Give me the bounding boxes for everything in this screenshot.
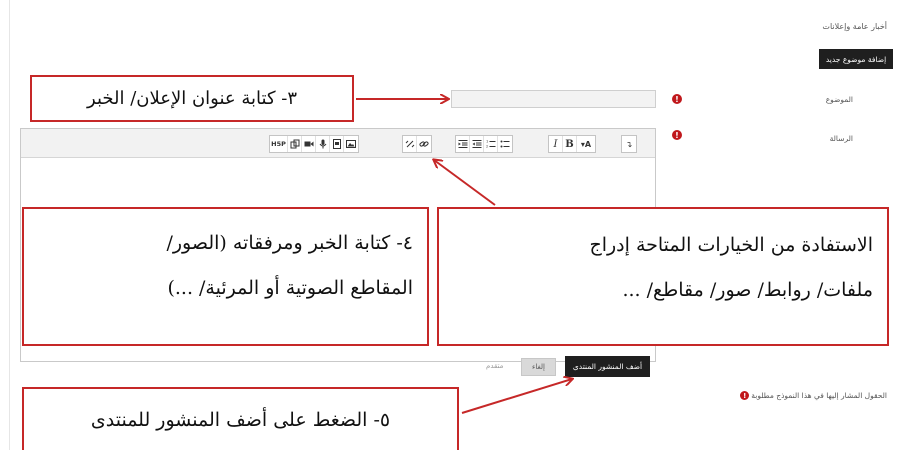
toolbar-group-style: I B ▾A <box>548 135 596 153</box>
indent-icon[interactable] <box>456 136 470 152</box>
callout-step4-line2: المقاطع الصوتية أو المرئية/ ...) <box>167 277 413 299</box>
editor-toolbar: H5P 1 2 I B ▾A ↴ <box>21 129 655 158</box>
page-left-border <box>9 0 10 450</box>
toolbar-group-toggle: ↴ <box>621 135 637 153</box>
bold-icon[interactable]: B <box>563 136 577 152</box>
callout-options-line2: ملفات/ روابط/ صور/ مقاطع/ ... <box>622 279 873 301</box>
bullet-list-icon[interactable] <box>498 136 512 152</box>
required-icon: ! <box>740 391 750 400</box>
callout-step5: ٥- الضغط على أضف المنشور للمنتدى <box>22 387 459 450</box>
callout-options: الاستفادة من الخيارات المتاحة إدراج ملفا… <box>437 207 889 346</box>
media-file-icon[interactable] <box>330 136 344 152</box>
image-icon[interactable] <box>344 136 358 152</box>
message-label: الرسالة <box>829 134 853 143</box>
forum-title: أخبار عامة وإعلانات <box>822 22 887 31</box>
callout-step4-line1: ٤- كتابة الخبر ومرفقاته (الصور/ <box>166 232 413 254</box>
svg-text:1: 1 <box>486 140 488 144</box>
required-icon: ! <box>672 94 682 104</box>
required-icon: ! <box>672 130 682 140</box>
h5p-icon[interactable]: H5P <box>270 136 288 152</box>
add-new-topic-button[interactable]: إضافة موضوع جديد <box>819 49 893 69</box>
callout-step3: ٣- كتابة عنوان الإعلان/ الخبر <box>30 75 354 122</box>
toolbar-group-lists: 12 <box>455 135 513 153</box>
toggle-toolbar-icon[interactable]: ↴ <box>622 136 636 152</box>
required-note-text: الحقول المشار إليها في هذا النموذج مطلوب… <box>751 391 887 400</box>
microphone-icon[interactable] <box>316 136 330 152</box>
numbered-list-icon[interactable]: 12 <box>484 136 498 152</box>
italic-icon[interactable]: I <box>549 136 563 152</box>
cancel-button[interactable]: إلغاء <box>521 358 556 376</box>
toolbar-group-media: H5P <box>269 135 359 153</box>
subject-input[interactable] <box>451 90 656 108</box>
subject-label: الموضوع <box>825 95 853 104</box>
required-fields-note: الحقول المشار إليها في هذا النموذج مطلوب… <box>740 391 887 400</box>
post-to-forum-button[interactable]: أضف المنشور المنتدى <box>565 356 650 377</box>
svg-text:2: 2 <box>486 145 488 149</box>
unlink-icon[interactable] <box>403 136 417 152</box>
link-icon[interactable] <box>417 136 431 152</box>
advanced-link[interactable]: متقدم <box>486 362 503 370</box>
font-style-icon[interactable]: ▾A <box>577 136 595 152</box>
callout-step4: ٤- كتابة الخبر ومرفقاته (الصور/ المقاطع … <box>22 207 429 346</box>
toolbar-group-links <box>402 135 432 153</box>
callout-options-line1: الاستفادة من الخيارات المتاحة إدراج <box>589 234 873 256</box>
video-icon[interactable] <box>302 136 316 152</box>
arrow-to-post-button <box>461 379 572 414</box>
copy-icon[interactable] <box>288 136 302 152</box>
outdent-icon[interactable] <box>470 136 484 152</box>
